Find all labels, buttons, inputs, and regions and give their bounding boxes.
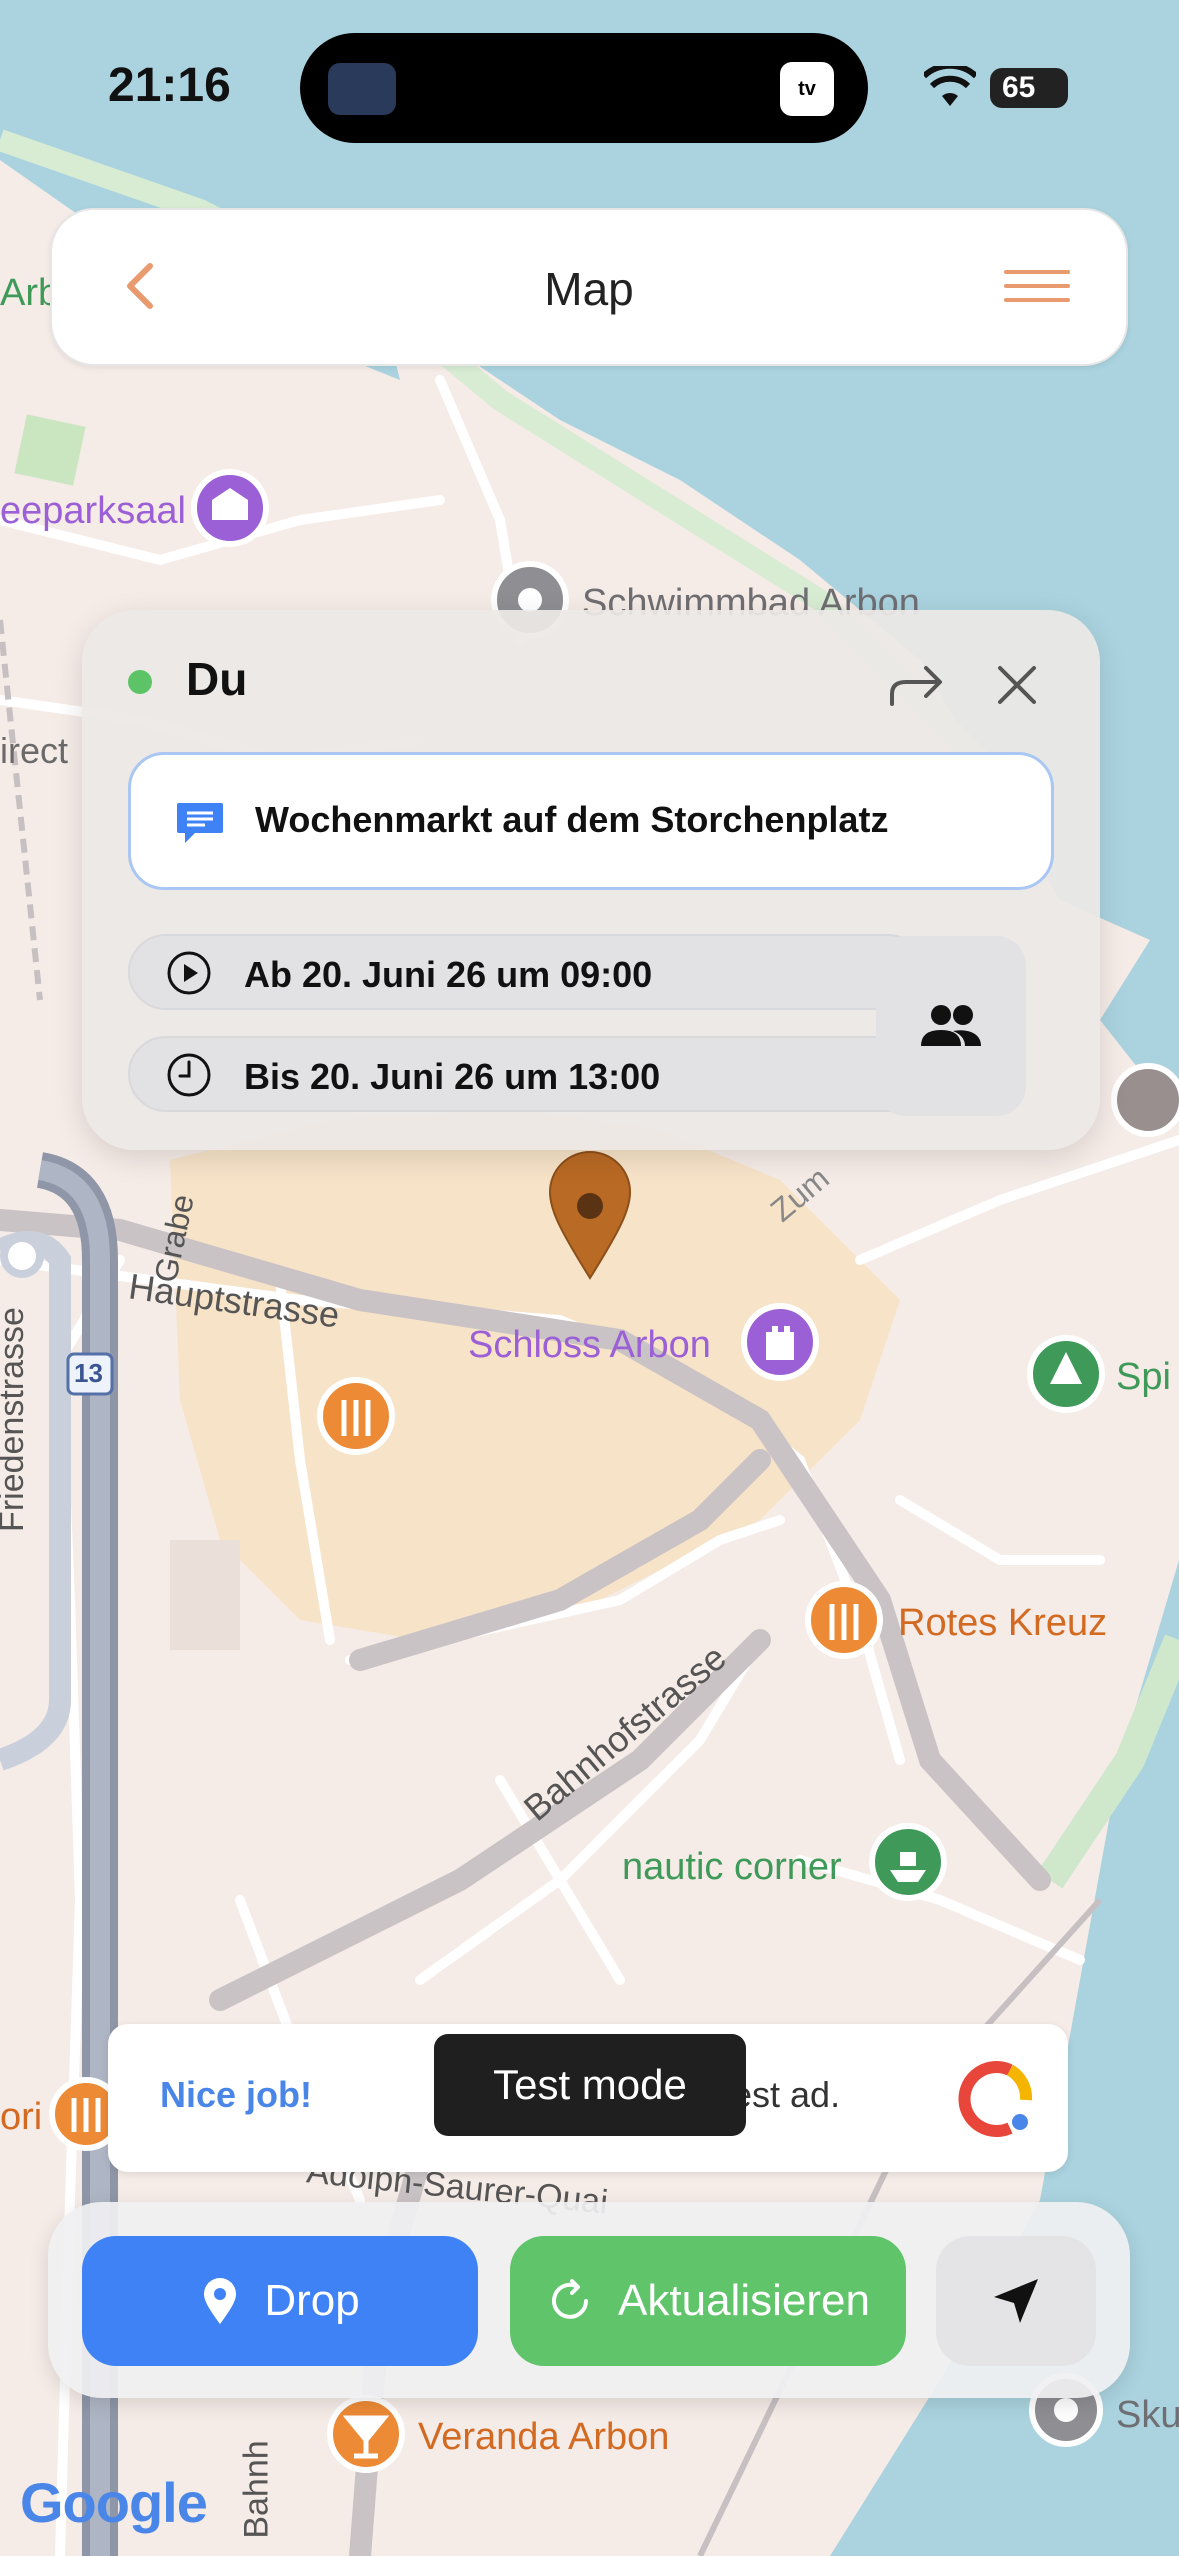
ad-nice-text: Nice job!: [160, 2074, 313, 2115]
event-title: Wochenmarkt auf dem Storchenplatz: [255, 799, 889, 840]
route-13-label: 13: [74, 1358, 103, 1388]
apple-tv-icon: tv: [780, 62, 834, 116]
event-owner: Du: [186, 653, 248, 705]
ad-test-text: est ad.: [732, 2074, 841, 2115]
map-label-friedenstrasse: Friedenstrasse: [0, 1307, 31, 1532]
close-icon: [998, 666, 1036, 704]
share-arrow-icon: [890, 666, 942, 706]
end-time-field[interactable]: Bis 20. Juni 26 um 13:00: [128, 1036, 926, 1112]
bottom-action-bar: Drop Aktualisieren: [48, 2202, 1130, 2398]
map-label-ori: ori: [0, 2096, 43, 2138]
clock-icon: [167, 1053, 211, 1097]
drop-button[interactable]: Drop: [82, 2236, 478, 2366]
participants-button[interactable]: [876, 936, 1026, 1116]
map-label-sku: Sku: [1116, 2394, 1179, 2436]
hamburger-menu-icon: [1004, 270, 1070, 302]
map-label-spi: Spi: [1116, 1356, 1171, 1398]
status-time: 21:16: [108, 59, 231, 112]
google-logo: Google: [20, 2470, 208, 2535]
ad-logo-icon: [958, 2061, 1033, 2137]
map-label-schloss-arbon[interactable]: Schloss Arbon: [468, 1324, 711, 1367]
poi-veranda-marker: [327, 2395, 405, 2473]
play-circle-icon: [167, 951, 211, 995]
google-wordmark: Google: [20, 2471, 208, 2534]
now-playing-thumbnail: [328, 63, 396, 115]
map-label-seeparksaal[interactable]: eeparksaal: [0, 490, 186, 533]
apple-tv-label: tv: [798, 77, 816, 100]
poi-spi-marker: [1027, 1335, 1105, 1413]
share-button[interactable]: [888, 660, 944, 710]
test-mode-label: Test mode: [493, 2061, 687, 2108]
message-icon: [177, 803, 223, 843]
test-mode-toast: Test mode: [434, 2034, 746, 2136]
wifi-icon: [924, 66, 976, 106]
navigation-arrow-icon: [994, 2279, 1038, 2323]
page-title: Map: [544, 263, 634, 315]
top-navigation-bar: Map: [50, 208, 1128, 366]
chevron-left-icon: [127, 263, 153, 309]
refresh-button-label: Aktualisieren: [618, 2276, 870, 2325]
battery-level: 65: [1002, 71, 1036, 104]
refresh-button[interactable]: Aktualisieren: [510, 2236, 906, 2366]
back-button[interactable]: [112, 256, 172, 316]
event-card: Du Wochenmarkt auf dem Storchenplatz Ab …: [82, 610, 1100, 1150]
end-time: Bis 20. Juni 26 um 13:00: [244, 1056, 661, 1097]
event-title-field[interactable]: Wochenmarkt auf dem Storchenplatz: [128, 752, 1054, 890]
poi-seeparksaal-marker: [191, 469, 269, 547]
map-label-bahnh: Bahnh: [237, 2440, 276, 2539]
people-icon: [921, 1005, 981, 1046]
start-time: Ab 20. Juni 26 um 09:00: [244, 954, 653, 995]
poi-restaurant-marker: [317, 1377, 395, 1455]
close-button[interactable]: [990, 658, 1044, 712]
map-label-nautic-corner[interactable]: nautic corner: [622, 1846, 842, 1889]
map-label-irect: irect: [0, 730, 69, 771]
start-time-field[interactable]: Ab 20. Juni 26 um 09:00: [128, 934, 926, 1010]
my-location-button[interactable]: [936, 2236, 1096, 2366]
battery-indicator: 65: [990, 68, 1068, 108]
refresh-icon: [552, 2279, 589, 2319]
location-pin-icon: [204, 2278, 237, 2324]
map-label-rotes-kreuz[interactable]: Rotes Kreuz: [898, 1602, 1107, 1645]
poi-schloss-marker: [741, 1303, 819, 1381]
poi-nautic-corner-marker: [869, 1823, 947, 1901]
online-status-dot: [128, 670, 152, 694]
poi-right-edge-marker: [1111, 1063, 1179, 1137]
drop-button-label: Drop: [264, 2276, 360, 2325]
poi-rotes-kreuz-marker: [805, 1581, 883, 1659]
menu-button[interactable]: [1002, 256, 1072, 316]
map-label-veranda-arbon[interactable]: Veranda Arbon: [418, 2416, 669, 2459]
